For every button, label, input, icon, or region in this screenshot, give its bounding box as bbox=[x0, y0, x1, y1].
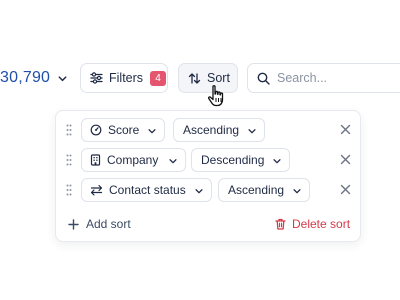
sort-direction-select[interactable]: Ascending bbox=[173, 118, 265, 142]
search-icon bbox=[257, 72, 270, 85]
sort-direction-select[interactable]: Ascending bbox=[218, 178, 310, 202]
sort-direction-label: Ascending bbox=[183, 123, 240, 137]
hand-pointer-cursor-icon bbox=[208, 85, 224, 107]
chevron-down-icon bbox=[169, 159, 177, 164]
sort-field-select[interactable]: Score bbox=[81, 118, 165, 142]
building-icon bbox=[90, 154, 101, 166]
chevron-down-icon bbox=[195, 189, 203, 194]
sort-field-select[interactable]: Company bbox=[81, 148, 186, 172]
sort-arrows-icon bbox=[188, 72, 201, 84]
chevron-down-icon bbox=[58, 75, 67, 81]
filters-count-badge: 4 bbox=[150, 70, 167, 86]
search-input[interactable] bbox=[277, 71, 377, 85]
plus-icon bbox=[68, 218, 79, 230]
add-sort-button[interactable]: Add sort bbox=[68, 217, 131, 231]
sort-field-select[interactable]: Contact status bbox=[81, 178, 212, 202]
delete-sort-button[interactable]: Delete sort bbox=[275, 217, 350, 231]
chevron-down-icon bbox=[248, 129, 256, 134]
drag-handle-icon[interactable] bbox=[66, 184, 72, 196]
sort-rule-row: Contact status Ascending bbox=[56, 178, 360, 202]
sort-rule-row: Score Ascending bbox=[56, 118, 360, 142]
search-box[interactable] bbox=[247, 63, 400, 93]
sliders-icon bbox=[90, 72, 103, 84]
remove-rule-close-icon[interactable] bbox=[340, 124, 351, 135]
sort-direction-select[interactable]: Descending bbox=[191, 148, 290, 172]
drag-handle-icon[interactable] bbox=[66, 154, 72, 166]
delete-sort-label: Delete sort bbox=[292, 217, 351, 231]
remove-rule-close-icon[interactable] bbox=[340, 184, 351, 195]
add-sort-label: Add sort bbox=[86, 217, 131, 231]
sort-panel: Score Ascending Company Descending Conta… bbox=[55, 110, 361, 242]
sort-label: Sort bbox=[207, 71, 230, 85]
sort-field-label: Score bbox=[108, 123, 140, 137]
sort-direction-label: Descending bbox=[201, 153, 265, 167]
chevron-down-icon bbox=[148, 129, 156, 134]
gauge-icon bbox=[90, 124, 102, 136]
trash-icon bbox=[275, 218, 286, 230]
toolbar: 30,790 Filters 4 Sort bbox=[0, 62, 400, 96]
sort-direction-label: Ascending bbox=[228, 183, 285, 197]
drag-handle-icon[interactable] bbox=[66, 124, 72, 136]
filters-label: Filters bbox=[109, 71, 144, 85]
chevron-down-icon bbox=[273, 159, 281, 164]
sort-field-label: Contact status bbox=[109, 183, 186, 197]
remove-rule-close-icon[interactable] bbox=[340, 154, 351, 165]
filters-button[interactable]: Filters 4 bbox=[80, 63, 168, 93]
chevron-down-icon bbox=[293, 189, 301, 194]
sort-rule-row: Company Descending bbox=[56, 148, 360, 172]
record-count-dropdown[interactable]: 30,790 bbox=[0, 62, 68, 94]
sort-field-label: Company bbox=[107, 153, 159, 167]
record-count: 30,790 bbox=[0, 69, 51, 86]
status-arrows-icon bbox=[90, 184, 103, 196]
